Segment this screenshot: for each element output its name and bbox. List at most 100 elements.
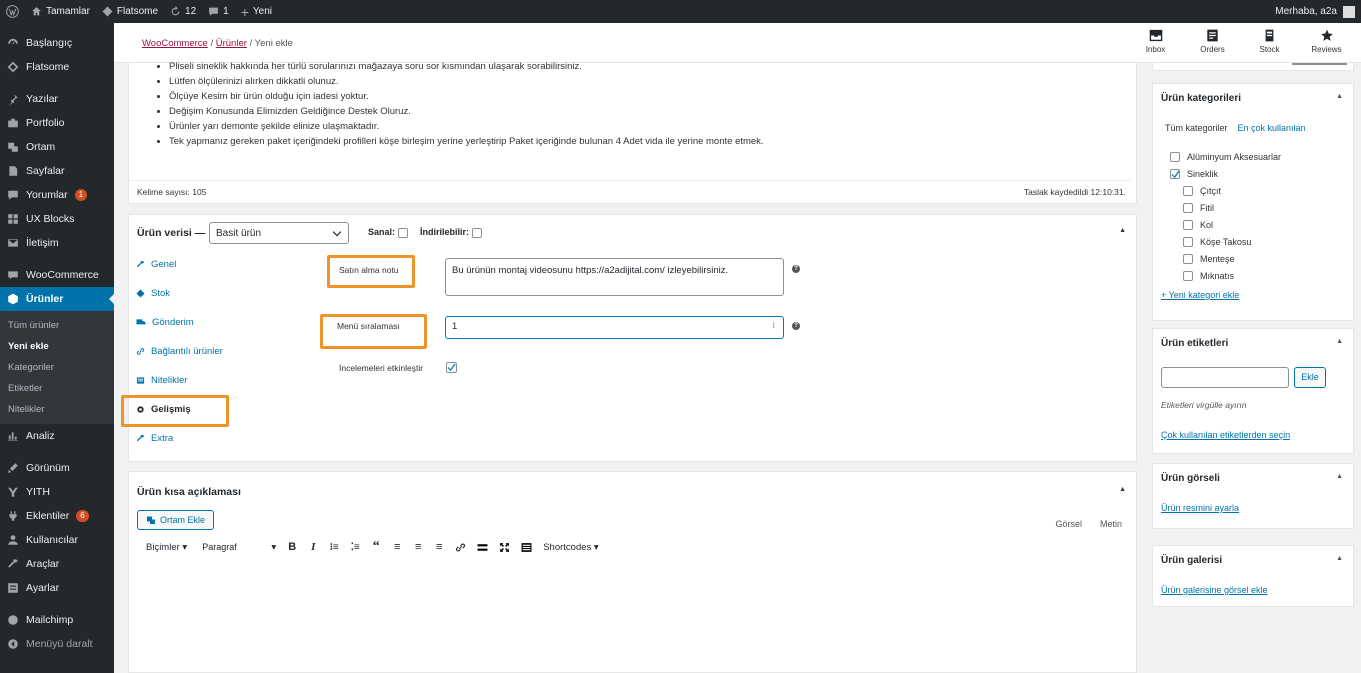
new-content-link[interactable]: + Yeni xyxy=(235,0,278,23)
tag-input[interactable] xyxy=(1161,367,1289,388)
tab-inventory[interactable]: Stok xyxy=(134,279,314,308)
downloadable-checkbox[interactable] xyxy=(471,227,482,238)
collapse-toggle-icon[interactable]: ▲ xyxy=(1336,338,1343,345)
toolbar-toggle-icon[interactable] xyxy=(521,540,532,554)
tab-general[interactable]: Genel xyxy=(134,250,314,279)
fullscreen-icon[interactable] xyxy=(499,540,510,554)
sidebar-item-plugins[interactable]: Eklentiler 6 xyxy=(0,504,114,528)
category-checkbox[interactable] xyxy=(1183,185,1193,196)
add-gallery-link[interactable]: Ürün galerisine görsel ekle xyxy=(1161,585,1268,595)
category-checkbox[interactable] xyxy=(1183,270,1193,281)
bullet-list-icon[interactable]: ⁝≡ xyxy=(329,540,339,554)
site-name-link[interactable]: Tamamlar xyxy=(25,0,96,23)
tab-text[interactable]: Metin xyxy=(1100,519,1122,529)
category-checkbox[interactable] xyxy=(1170,151,1180,162)
sidebar-item-ux-blocks[interactable]: UX Blocks xyxy=(0,207,114,231)
sidebar-item-analytics[interactable]: Analiz xyxy=(0,424,114,448)
add-tag-button[interactable]: Ekle xyxy=(1294,367,1326,388)
purchase-note-textarea[interactable]: Bu ürünün montaj videosunu https://a2adi… xyxy=(445,258,784,296)
breadcrumb-products[interactable]: Ürünler xyxy=(216,38,247,49)
tab-shipping[interactable]: Gönderim xyxy=(134,308,314,337)
sidebar-item-appearance[interactable]: Görünüm xyxy=(0,456,114,480)
sidebar-collapse[interactable]: Menüyü daralt xyxy=(0,632,114,656)
align-right-icon[interactable]: ≡ xyxy=(434,540,444,554)
collapse-toggle-icon[interactable]: ▲ xyxy=(1119,486,1126,493)
sidebar-item-posts[interactable]: Yazılar xyxy=(0,87,114,111)
sidebar-item-flatsome[interactable]: Flatsome xyxy=(0,55,114,79)
sidebar-item-media[interactable]: Ortam xyxy=(0,135,114,159)
formats-dropdown[interactable]: Biçimler ▾ xyxy=(146,542,187,553)
updates-link[interactable]: 12 xyxy=(164,0,202,23)
align-center-icon[interactable]: ≡ xyxy=(413,540,423,554)
menu-order-input[interactable]: 1 ⁝ xyxy=(445,316,784,339)
add-category-link[interactable]: + Yeni kategori ekle xyxy=(1161,290,1239,300)
sidebar-item-portfolio[interactable]: Portfolio xyxy=(0,111,114,135)
bold-icon[interactable]: B xyxy=(287,540,297,554)
virtual-checkbox[interactable] xyxy=(397,227,408,238)
category-item[interactable]: Menteşe xyxy=(1170,250,1281,267)
comments-link[interactable]: 1 xyxy=(202,0,235,23)
orders-button[interactable]: Orders xyxy=(1184,29,1241,54)
submenu-add-new[interactable]: Yeni ekle xyxy=(0,336,114,357)
popular-tags-link[interactable]: Çok kullanılan etiketlerden seçin xyxy=(1161,430,1290,440)
sidebar-item-tools[interactable]: Araçlar xyxy=(0,552,114,576)
description-list[interactable]: Pliseli sineklik hakkında her türlü soru… xyxy=(159,59,764,149)
tab-extra[interactable]: Extra xyxy=(134,424,314,453)
category-item[interactable]: Mıknatıs xyxy=(1170,267,1281,284)
paragraph-dropdown[interactable]: Paragraf ▾ xyxy=(202,542,276,553)
sidebar-item-settings[interactable]: Ayarlar xyxy=(0,576,114,600)
collapse-toggle-icon[interactable]: ▲ xyxy=(1336,93,1343,100)
category-item[interactable]: Kol xyxy=(1170,216,1281,233)
collapse-toggle-icon[interactable]: ▲ xyxy=(1119,227,1126,234)
tab-attributes[interactable]: Nitelikler xyxy=(134,366,314,395)
inbox-button[interactable]: Inbox xyxy=(1127,29,1184,54)
tab-all-categories[interactable]: Tüm kategoriler xyxy=(1165,123,1228,133)
theme-link[interactable]: Flatsome xyxy=(96,0,164,23)
help-icon[interactable]: ? xyxy=(792,265,800,273)
category-checkbox[interactable] xyxy=(1183,219,1193,230)
sidebar-item-users[interactable]: Kullanıcılar xyxy=(0,528,114,552)
add-media-button[interactable]: Ortam Ekle xyxy=(137,510,215,530)
wp-logo[interactable] xyxy=(0,0,25,23)
sidebar-item-contact[interactable]: İletişim xyxy=(0,231,114,255)
help-icon[interactable]: ? xyxy=(792,322,800,330)
category-checkbox[interactable] xyxy=(1183,236,1193,247)
collapse-toggle-icon[interactable]: ▲ xyxy=(1336,555,1343,562)
numbered-list-icon[interactable]: ⁚≡ xyxy=(350,540,360,554)
align-left-icon[interactable]: ≡ xyxy=(392,540,402,554)
submenu-categories[interactable]: Kategoriler xyxy=(0,357,114,378)
blockquote-icon[interactable]: “ xyxy=(371,539,381,554)
italic-icon[interactable]: I xyxy=(308,540,318,554)
submenu-tags[interactable]: Etiketler xyxy=(0,378,114,399)
category-item[interactable]: Çıtçıt xyxy=(1170,182,1281,199)
sidebar-item-products[interactable]: Ürünler xyxy=(0,287,114,311)
category-checkbox[interactable] xyxy=(1183,253,1193,264)
set-image-link[interactable]: Ürün resmini ayarla xyxy=(1161,503,1239,513)
collapse-toggle-icon[interactable]: ▲ xyxy=(1336,473,1343,480)
shortcodes-dropdown[interactable]: Shortcodes ▾ xyxy=(543,542,598,553)
read-more-icon[interactable] xyxy=(477,540,488,554)
category-checkbox[interactable] xyxy=(1170,168,1180,179)
link-icon[interactable] xyxy=(455,540,466,554)
product-type-select[interactable]: Basit ürün xyxy=(209,222,349,244)
sidebar-item-comments[interactable]: Yorumlar 1 xyxy=(0,183,114,207)
breadcrumb-woocommerce[interactable]: WooCommerce xyxy=(142,38,208,49)
submenu-all-products[interactable]: Tüm ürünler xyxy=(0,315,114,336)
tab-popular-categories[interactable]: En çok kullanılan xyxy=(1238,123,1306,133)
tab-visual[interactable]: Görsel xyxy=(1055,519,1082,529)
category-item[interactable]: Köşe Takosu xyxy=(1170,233,1281,250)
sidebar-item-pages[interactable]: Sayfalar xyxy=(0,159,114,183)
category-item[interactable]: Alüminyum Aksesuarlar xyxy=(1170,148,1281,165)
spinner-icon[interactable]: ⁝ xyxy=(772,321,775,330)
category-item[interactable]: Fitil xyxy=(1170,199,1281,216)
reviews-checkbox[interactable] xyxy=(446,362,457,373)
tab-linked-products[interactable]: Bağlantılı ürünler xyxy=(134,337,314,366)
sidebar-item-dashboard[interactable]: Başlangıç xyxy=(0,31,114,55)
reviews-button[interactable]: Reviews xyxy=(1298,29,1355,54)
category-item[interactable]: Sineklik xyxy=(1170,165,1281,182)
sidebar-item-mailchimp[interactable]: Mailchimp xyxy=(0,608,114,632)
user-account[interactable]: Merhaba, a2a xyxy=(1269,0,1361,23)
stock-button[interactable]: Stock xyxy=(1241,29,1298,54)
sidebar-item-yith[interactable]: YITH xyxy=(0,480,114,504)
category-checkbox[interactable] xyxy=(1183,202,1193,213)
